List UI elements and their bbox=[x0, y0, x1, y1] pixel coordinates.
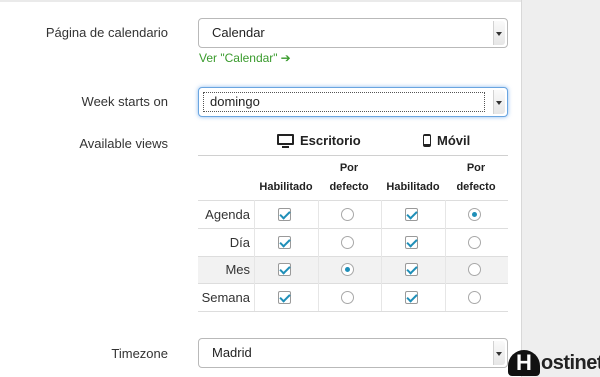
timezone-select[interactable]: Madrid bbox=[198, 338, 508, 368]
semana-mobile-enabled-checkbox[interactable] bbox=[405, 291, 418, 304]
week-start-value: domingo bbox=[203, 92, 485, 112]
semana-desktop-default-radio[interactable] bbox=[341, 291, 354, 304]
col-mobile-enabled: Habilitado bbox=[386, 181, 440, 193]
week-start-label: Week starts on bbox=[81, 94, 168, 109]
col-desktop-enabled: Habilitado bbox=[259, 181, 313, 193]
chevron-down-icon bbox=[493, 341, 505, 365]
phone-icon bbox=[423, 134, 431, 147]
monitor-icon bbox=[277, 133, 294, 148]
grid-line bbox=[198, 228, 508, 229]
timezone-value: Madrid bbox=[212, 345, 252, 360]
semana-desktop-enabled-checkbox[interactable] bbox=[278, 291, 291, 304]
right-panel bbox=[521, 0, 600, 377]
calendar-page-label: Página de calendario bbox=[45, 25, 168, 40]
agenda-mobile-enabled-checkbox[interactable] bbox=[405, 208, 418, 221]
dia-mobile-enabled-checkbox[interactable] bbox=[405, 236, 418, 249]
mes-desktop-enabled-checkbox[interactable] bbox=[278, 263, 291, 276]
grid-line bbox=[198, 200, 508, 201]
mes-desktop-default-radio[interactable] bbox=[341, 263, 354, 276]
calendar-page-select[interactable]: Calendar bbox=[198, 18, 508, 48]
desktop-header: Escritorio bbox=[277, 133, 361, 148]
logo-mark: H bbox=[508, 350, 540, 376]
grid-line bbox=[198, 311, 508, 312]
dia-mobile-default-radio[interactable] bbox=[468, 236, 481, 249]
hostinet-logo: H ostinet bbox=[508, 350, 600, 376]
top-divider bbox=[0, 0, 521, 2]
view-label-mes: Mes bbox=[225, 262, 250, 277]
arrow-right-icon: ➔ bbox=[280, 51, 291, 65]
agenda-mobile-default-radio[interactable] bbox=[468, 208, 481, 221]
grid-vline bbox=[445, 200, 446, 311]
col-mobile-default: Por defecto bbox=[456, 162, 496, 193]
chevron-down-icon bbox=[493, 21, 505, 45]
calendar-page-value: Calendar bbox=[212, 25, 265, 40]
mobile-header: Móvil bbox=[423, 133, 470, 148]
view-calendar-link[interactable]: Ver "Calendar" ➔ bbox=[199, 51, 291, 65]
col-desktop-default: Por defecto bbox=[329, 162, 369, 193]
logo-wordmark: ostinet bbox=[541, 351, 600, 374]
dia-desktop-enabled-checkbox[interactable] bbox=[278, 236, 291, 249]
view-calendar-link-text: Ver "Calendar" bbox=[199, 51, 278, 65]
grid-line bbox=[198, 283, 508, 284]
agenda-desktop-default-radio[interactable] bbox=[341, 208, 354, 221]
mes-mobile-enabled-checkbox[interactable] bbox=[405, 263, 418, 276]
week-start-select[interactable]: domingo bbox=[198, 87, 508, 117]
chevron-down-icon bbox=[493, 90, 505, 114]
view-label-semana: Semana bbox=[201, 290, 250, 305]
desktop-header-label: Escritorio bbox=[300, 133, 361, 148]
grid-line bbox=[198, 256, 508, 257]
grid-vline bbox=[318, 200, 319, 311]
mobile-header-label: Móvil bbox=[437, 133, 471, 148]
grid-vline bbox=[381, 200, 382, 311]
available-views-label: Available views bbox=[79, 136, 168, 151]
header-divider bbox=[198, 155, 508, 156]
view-label-agenda: Agenda bbox=[205, 207, 250, 222]
grid-vline bbox=[254, 200, 255, 311]
agenda-desktop-enabled-checkbox[interactable] bbox=[278, 208, 291, 221]
view-label-dia: Día bbox=[229, 235, 250, 250]
semana-mobile-default-radio[interactable] bbox=[468, 291, 481, 304]
mes-mobile-default-radio[interactable] bbox=[468, 263, 481, 276]
timezone-label: Timezone bbox=[111, 346, 168, 361]
dia-desktop-default-radio[interactable] bbox=[341, 236, 354, 249]
